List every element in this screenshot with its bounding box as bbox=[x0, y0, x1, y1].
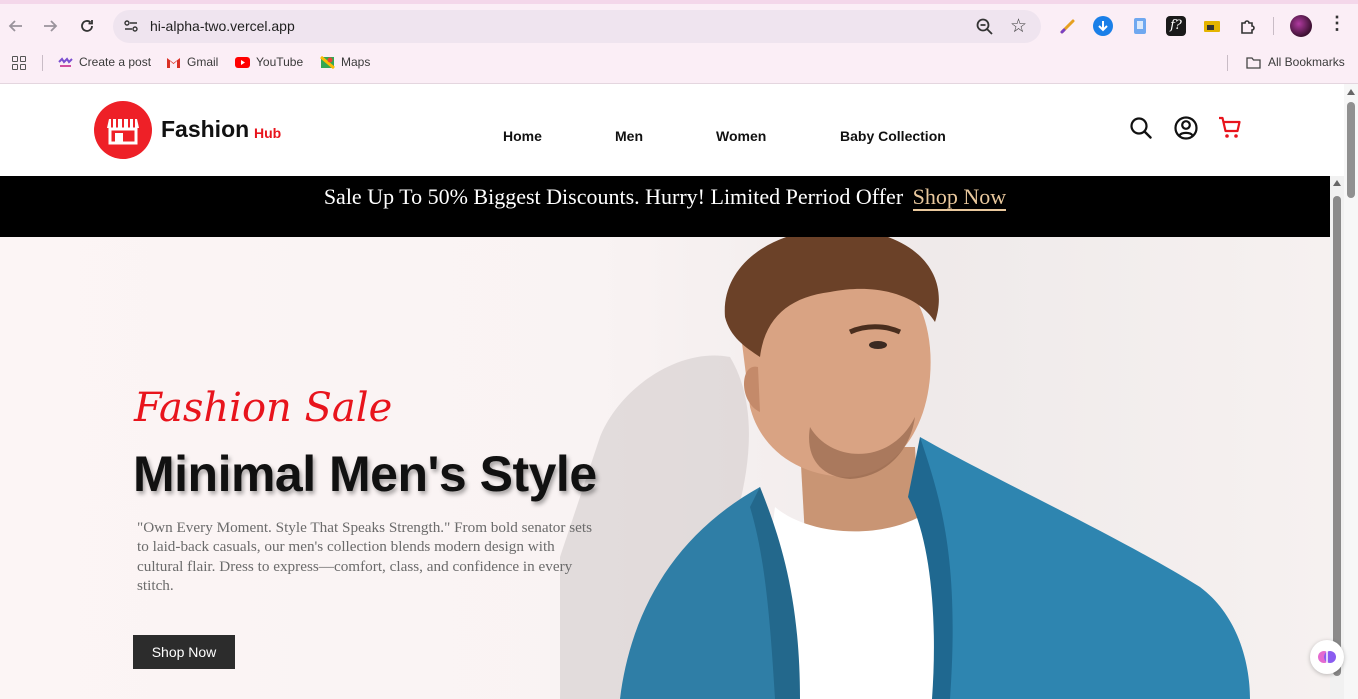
extensions-puzzle-icon[interactable] bbox=[1238, 16, 1258, 36]
search-icon[interactable] bbox=[1128, 115, 1154, 141]
forward-arrow-icon bbox=[44, 20, 58, 32]
folder-extension-icon[interactable] bbox=[1202, 16, 1222, 36]
download-extension-icon[interactable] bbox=[1093, 16, 1113, 36]
folder-icon bbox=[1246, 56, 1261, 69]
scroll-up-arrow-icon[interactable] bbox=[1333, 180, 1341, 186]
bookmark-maps[interactable]: Maps bbox=[320, 55, 370, 69]
browser-menu-icon[interactable]: ⋮ bbox=[1328, 13, 1346, 34]
apps-grid-icon[interactable] bbox=[12, 56, 26, 70]
web-page: Fashion Hub Home Men Women Baby Collecti… bbox=[0, 84, 1330, 699]
bookmark-star-icon[interactable]: ☆ bbox=[1010, 15, 1027, 38]
font-extension-icon[interactable]: f? bbox=[1166, 16, 1186, 36]
bookmark-gmail[interactable]: Gmail bbox=[166, 55, 218, 69]
tab-strip bbox=[0, 0, 1358, 4]
nav-women[interactable]: Women bbox=[716, 128, 766, 144]
promo-text: Sale Up To 50% Biggest Discounts. Hurry!… bbox=[323, 184, 904, 209]
hero-title: Minimal Men's Style bbox=[133, 446, 597, 502]
bookmarks-divider bbox=[1227, 55, 1228, 71]
store-logo-icon[interactable] bbox=[94, 101, 152, 159]
window-scroll-up-arrow-icon[interactable] bbox=[1347, 89, 1355, 95]
promo-shop-now-link[interactable]: Shop Now bbox=[912, 184, 1007, 211]
back-button[interactable] bbox=[4, 14, 28, 38]
toolbar-divider bbox=[1273, 17, 1274, 35]
bookmarks-divider bbox=[42, 55, 43, 71]
gmail-icon bbox=[167, 57, 180, 68]
site-info-icon[interactable] bbox=[123, 18, 139, 34]
document-extension-icon[interactable] bbox=[1130, 16, 1150, 36]
site-header: Fashion Hub Home Men Women Baby Collecti… bbox=[0, 84, 1330, 176]
reload-icon bbox=[81, 20, 93, 32]
create-post-icon bbox=[58, 56, 73, 67]
bookmark-label: YouTube bbox=[256, 55, 304, 69]
bookmark-label: Gmail bbox=[187, 55, 219, 69]
hero-model-image bbox=[560, 237, 1250, 699]
hero-section: Fashion Sale Minimal Men's Style "Own Ev… bbox=[0, 237, 1330, 699]
bookmark-label: Create a post bbox=[79, 55, 152, 69]
maps-icon bbox=[320, 55, 335, 69]
promo-banner: Sale Up To 50% Biggest Discounts. Hurry!… bbox=[0, 176, 1330, 237]
all-bookmarks-button[interactable]: All Bookmarks bbox=[1245, 55, 1345, 69]
youtube-icon bbox=[235, 56, 250, 68]
page-scrollbar[interactable] bbox=[1330, 176, 1344, 699]
nav-men[interactable]: Men bbox=[615, 128, 643, 144]
nav-home[interactable]: Home bbox=[503, 128, 542, 144]
url-text[interactable]: hi-alpha-two.vercel.app bbox=[150, 18, 295, 34]
reload-button[interactable] bbox=[75, 14, 99, 38]
forward-button[interactable] bbox=[38, 14, 62, 38]
pen-extension-icon[interactable] bbox=[1058, 16, 1078, 36]
hero-description: "Own Every Moment. Style That Speaks Str… bbox=[137, 519, 593, 595]
zoom-icon[interactable] bbox=[975, 17, 995, 37]
brain-icon bbox=[1318, 651, 1336, 663]
profile-avatar[interactable] bbox=[1290, 15, 1312, 37]
cart-icon[interactable] bbox=[1217, 115, 1243, 141]
nav-baby-collection[interactable]: Baby Collection bbox=[840, 128, 946, 144]
back-arrow-icon bbox=[8, 20, 22, 32]
browser-chrome: hi-alpha-two.vercel.app ☆ f? ⋮ Create a … bbox=[0, 0, 1358, 84]
bookmark-create-post[interactable]: Create a post bbox=[58, 55, 151, 69]
window-scroll-thumb[interactable] bbox=[1347, 102, 1355, 198]
floating-assistant-button[interactable] bbox=[1310, 640, 1344, 674]
hero-kicker: Fashion Sale bbox=[134, 385, 393, 431]
scroll-thumb[interactable] bbox=[1333, 196, 1341, 676]
bookmarks-bar: Create a post Gmail YouTube Maps All Boo… bbox=[0, 52, 1358, 74]
bookmark-youtube[interactable]: YouTube bbox=[235, 55, 303, 69]
address-bar[interactable]: hi-alpha-two.vercel.app ☆ bbox=[113, 10, 1041, 43]
brand-sub: Hub bbox=[254, 125, 282, 141]
hero-shop-now-button[interactable]: Shop Now bbox=[133, 635, 235, 669]
account-icon[interactable] bbox=[1173, 115, 1199, 141]
window-scrollbar[interactable] bbox=[1344, 84, 1358, 699]
bookmark-label: Maps bbox=[341, 55, 371, 69]
brand-name[interactable]: Fashion bbox=[161, 116, 249, 143]
all-bookmarks-label: All Bookmarks bbox=[1268, 55, 1345, 69]
